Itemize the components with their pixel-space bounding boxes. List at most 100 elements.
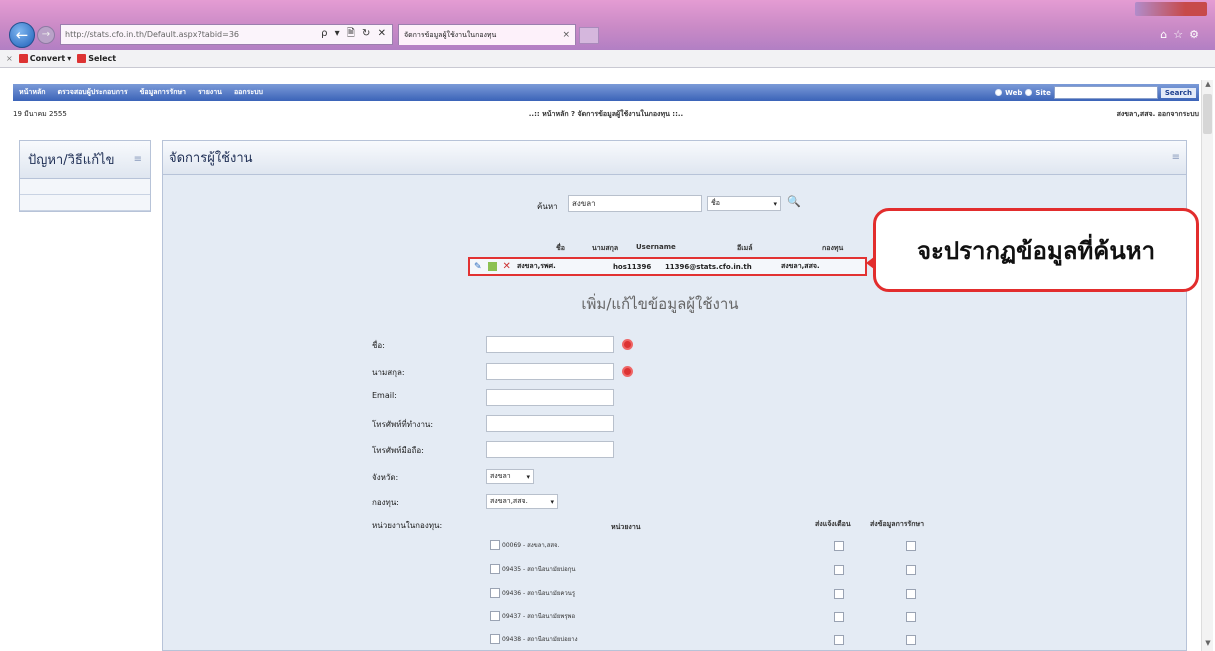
col-first-name: ชื่อ	[556, 244, 565, 252]
site-search-button[interactable]: Search	[1160, 87, 1196, 98]
unit-checkbox[interactable]	[490, 564, 500, 574]
col-email: อีเมล์	[737, 244, 753, 252]
email-label: Email:	[372, 391, 397, 400]
menu-item-home[interactable]: หน้าหลัก	[13, 87, 51, 98]
notify-checkbox[interactable]	[834, 565, 844, 575]
scroll-thumb[interactable]	[1203, 94, 1212, 134]
site-radio-label: Site	[1035, 88, 1051, 97]
delete-icon[interactable]: ✕	[503, 261, 511, 272]
breadcrumb: ..:: หน้าหลัก ? จัดการข้อมูลผู้ใช้งานในก…	[528, 110, 684, 118]
unit-checkbox[interactable]	[490, 588, 500, 598]
window-controls[interactable]	[1135, 2, 1207, 16]
first-name-label: ชื่อ:	[372, 341, 385, 350]
fund-value: สงขลา,สสจ.	[490, 497, 528, 505]
web-radio[interactable]	[995, 89, 1003, 96]
send-checkbox[interactable]	[906, 635, 916, 645]
notify-checkbox[interactable]	[834, 541, 844, 551]
units-col-unit: หน่วยงาน	[611, 523, 641, 531]
mobile-label: โทรศัพท์มือถือ:	[372, 446, 424, 455]
province-value: สงขลา	[490, 472, 511, 480]
browser-tab[interactable]: จัดการข้อมูลผู้ใช้งานในกองทุน ×	[398, 24, 576, 45]
collapse-icon[interactable]: ≡	[1172, 152, 1180, 163]
unit-row[interactable]: 00069 - สงขลา,สสจ.	[490, 540, 559, 550]
new-tab-button[interactable]	[579, 27, 599, 44]
search-input[interactable]	[568, 195, 702, 212]
browser-toolbar-icons[interactable]: ⌂☆⚙	[1160, 28, 1205, 41]
address-bar[interactable]: http://stats.cfo.in.th/Default.aspx?tabi…	[60, 24, 393, 45]
send-checkbox[interactable]	[906, 589, 916, 599]
forward-icon[interactable]: →	[37, 26, 55, 44]
select-label: Select	[88, 54, 117, 63]
result-row[interactable]: ✎ ✕ สงขลา,รพศ. hos11396 11396@stats.cfo.…	[468, 257, 867, 276]
unit-row[interactable]: 09437 - สถานีอนามัยพรุพอ	[490, 611, 575, 621]
unit-checkbox[interactable]	[490, 634, 500, 644]
col-fund: กองทุน	[822, 244, 844, 252]
send-checkbox[interactable]	[906, 541, 916, 551]
fund-label: กองทุน:	[372, 498, 399, 507]
province-label: จังหวัด:	[372, 473, 399, 482]
search-field-select[interactable]: ชื่อ ▾	[707, 196, 781, 211]
send-checkbox[interactable]	[906, 565, 916, 575]
notify-checkbox[interactable]	[834, 612, 844, 622]
unit-checkbox[interactable]	[490, 611, 500, 621]
select-icon	[77, 54, 87, 63]
unit-label: 00069 - สงขลา,สสจ.	[502, 542, 560, 549]
menu-item-logout[interactable]: ออกระบบ	[228, 87, 269, 98]
first-name-input[interactable]	[486, 336, 614, 353]
site-search: Web Site Search	[995, 86, 1199, 99]
annotation-callout: จะปรากฏข้อมูลที่ค้นหา	[873, 208, 1199, 292]
result-username: hos11396	[612, 262, 652, 271]
unit-row[interactable]: 09438 - สถานีอนามัยบ่อยาง	[490, 634, 578, 644]
web-radio-label: Web	[1005, 88, 1023, 97]
select-button[interactable]: Select	[77, 54, 116, 63]
work-phone-input[interactable]	[486, 415, 614, 432]
current-date: 19 มีนาคม 2555	[13, 110, 67, 118]
edit-icon[interactable]: ✎	[474, 262, 482, 272]
email-input[interactable]	[486, 389, 614, 406]
search-icon[interactable]: 🔍	[787, 195, 801, 208]
convert-label: Convert	[29, 54, 66, 63]
site-search-input[interactable]	[1053, 86, 1158, 99]
unit-row[interactable]: 09436 - สถานีอนามัยควนรู	[490, 588, 575, 598]
collapse-icon[interactable]: ≡	[134, 154, 142, 165]
help-panel-row[interactable]	[20, 195, 150, 211]
search-field-value: ชื่อ	[711, 199, 720, 207]
unit-checkbox[interactable]	[490, 540, 500, 550]
add-icon[interactable]	[487, 262, 497, 271]
close-commandbar-icon[interactable]: ×	[6, 54, 13, 63]
search-label: ค้นหา	[537, 202, 558, 211]
address-url[interactable]: http://stats.cfo.in.th/Default.aspx?tabi…	[65, 30, 317, 39]
last-name-input[interactable]	[486, 363, 614, 380]
menu-item-report[interactable]: รายงาน	[192, 87, 228, 98]
tab-title: จัดการข้อมูลผู้ใช้งานในกองทุน	[404, 30, 497, 39]
units-label: หน่วยงานในกองทุน:	[372, 521, 443, 530]
tab-close-icon[interactable]: ×	[562, 30, 570, 40]
notify-checkbox[interactable]	[834, 589, 844, 599]
scroll-down-icon[interactable]: ▼	[1202, 639, 1214, 651]
required-icon	[622, 339, 633, 350]
send-checkbox[interactable]	[906, 612, 916, 622]
site-radio[interactable]	[1025, 89, 1033, 96]
address-tools[interactable]: ρ ▾ 🗎 ↻ ✕	[321, 26, 388, 43]
fund-select[interactable]: สงขลา,สสจ. ▾	[486, 494, 558, 509]
mobile-input[interactable]	[486, 441, 614, 458]
result-fund: สงขลา,สสจ.	[780, 262, 820, 270]
menu-item-verify[interactable]: ตรวจสอบผู้ประกอบการ	[51, 87, 133, 98]
pdf-icon	[18, 54, 28, 63]
convert-button[interactable]: Convert ▾	[18, 54, 71, 63]
menu-item-treatment[interactable]: ข้อมูลการรักษา	[134, 87, 192, 98]
province-select[interactable]: สงขลา ▾	[486, 469, 534, 484]
scroll-up-icon[interactable]: ▲	[1202, 80, 1214, 92]
unit-label: 09437 - สถานีอนามัยพรุพอ	[502, 613, 576, 620]
unit-row[interactable]: 09435 - สถานีอนามัยบ่อกุน	[490, 564, 576, 574]
site-menu-bar: หน้าหลัก ตรวจสอบผู้ประกอบการ ข้อมูลการรั…	[13, 84, 1199, 101]
main-panel-title: จัดการผู้ใช้งาน	[169, 151, 253, 166]
back-icon[interactable]: ←	[9, 22, 35, 48]
page-scrollbar[interactable]: ▲ ▼	[1201, 80, 1213, 651]
col-last-name: นามสกุล	[592, 244, 619, 252]
edit-form-title: เพิ่ม/แก้ไขข้อมูลผู้ใช้งาน	[581, 295, 739, 313]
work-phone-label: โทรศัพท์ที่ทำงาน:	[372, 420, 434, 429]
user-logout-link[interactable]: สงขลา,สสจ. ออกจากระบบ	[979, 109, 1199, 120]
notify-checkbox[interactable]	[834, 635, 844, 645]
help-panel-row[interactable]	[20, 179, 150, 195]
